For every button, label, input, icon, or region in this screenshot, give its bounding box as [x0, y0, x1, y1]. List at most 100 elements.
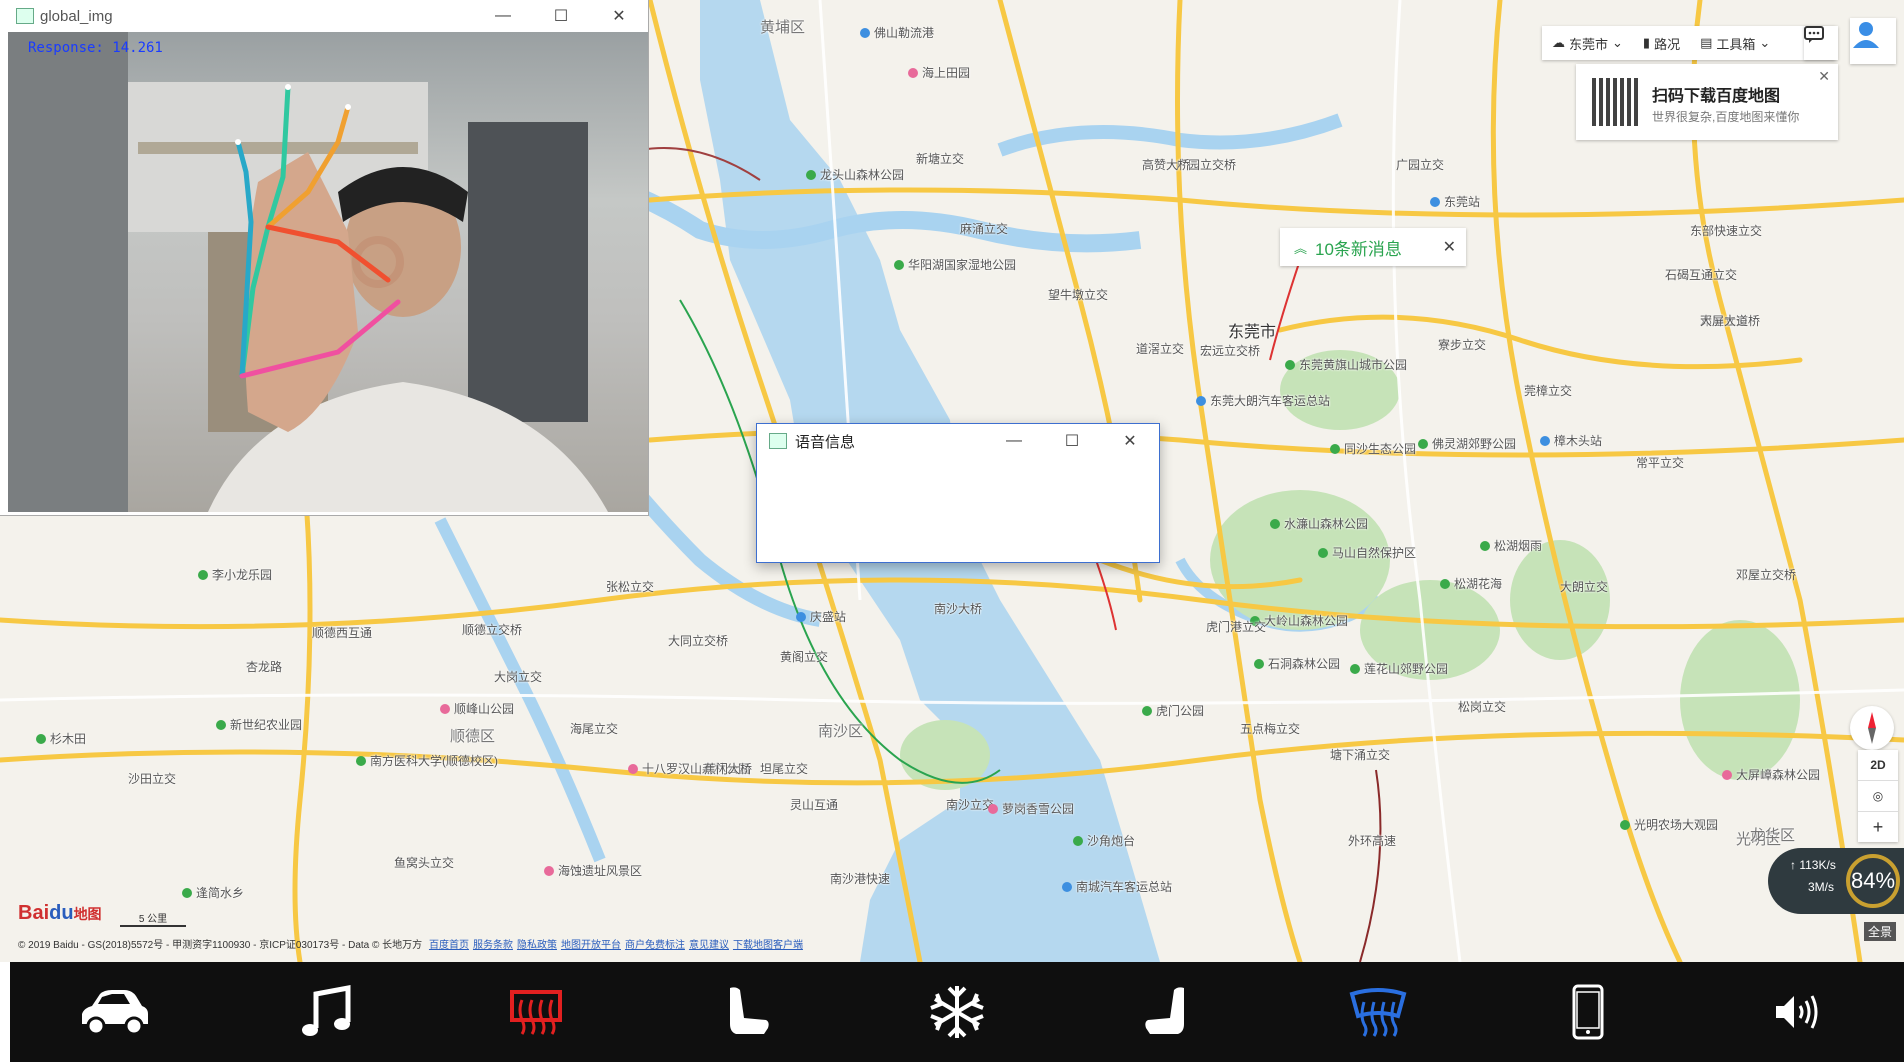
map-label[interactable]: 佛灵湖郊野公园: [1418, 435, 1516, 452]
notification-banner[interactable]: ︽ 10条新消息 ✕: [1280, 228, 1466, 266]
car-button[interactable]: [70, 967, 160, 1057]
phone-button[interactable]: [1543, 967, 1633, 1057]
compass-control[interactable]: [1850, 706, 1894, 750]
minimize-button[interactable]: —: [474, 0, 532, 32]
map-label[interactable]: 麻涌立交: [960, 220, 1008, 237]
locate-button[interactable]: ◎: [1858, 781, 1898, 812]
map-label[interactable]: 常平立交: [1636, 454, 1684, 471]
map-label[interactable]: 大屏嶂森林公园: [1722, 766, 1820, 783]
tools-button[interactable]: ▤ 工具箱 ⌄: [1690, 34, 1780, 53]
map-label[interactable]: 顺德西互通: [312, 624, 372, 641]
map-label[interactable]: 同沙生态公园: [1330, 440, 1416, 457]
map-label[interactable]: 大同立交桥: [668, 632, 728, 649]
map-label[interactable]: 南沙立交: [946, 796, 994, 813]
user-avatar-button[interactable]: [1850, 18, 1896, 64]
map-label[interactable]: 松湖烟雨: [1480, 537, 1542, 554]
footer-link[interactable]: 意见建议: [689, 940, 729, 951]
map-label[interactable]: 望牛墩立交: [1048, 286, 1108, 303]
map-label[interactable]: 广园立交: [1396, 156, 1444, 173]
seat-heat-button[interactable]: [1122, 967, 1212, 1057]
qr-close-button[interactable]: ✕: [1818, 68, 1830, 85]
map-label[interactable]: 五点梅立交: [1240, 720, 1300, 737]
map-label[interactable]: 顺德立交桥: [462, 621, 522, 638]
map-label[interactable]: 海蚀遗址风景区: [544, 862, 642, 879]
front-defrost-button[interactable]: [1333, 967, 1423, 1057]
map-label[interactable]: 沙田立交: [128, 770, 176, 787]
map-label[interactable]: 华阳湖国家湿地公园: [894, 256, 1016, 273]
map-label[interactable]: 莲花山郊野公园: [1350, 660, 1448, 677]
map-label[interactable]: 新塘立交: [916, 150, 964, 167]
map-label[interactable]: 杉木田: [36, 730, 86, 747]
map-label[interactable]: 顺峰山公园: [440, 700, 514, 717]
seat-button[interactable]: [702, 967, 792, 1057]
map-label[interactable]: 东莞黄旗山城市公园: [1285, 356, 1407, 373]
footer-link[interactable]: 服务条款: [473, 940, 513, 951]
map-label[interactable]: 顺德区: [450, 725, 495, 746]
map-label[interactable]: 南方医科大学(顺德校区): [356, 752, 498, 769]
map-label[interactable]: 大朗立交: [1560, 578, 1608, 595]
footer-link[interactable]: 地图开放平台: [561, 940, 621, 951]
map-label[interactable]: 道滘立交: [1136, 340, 1184, 357]
panorama-button[interactable]: 全景: [1864, 922, 1897, 941]
map-label[interactable]: 鱼窝头立交: [394, 854, 454, 871]
map-label[interactable]: 邓屋立交桥: [1736, 566, 1796, 583]
ac-button[interactable]: [912, 967, 1002, 1057]
map-label[interactable]: 蕉门大桥: [704, 760, 752, 777]
map-label[interactable]: 海上田园: [908, 64, 970, 81]
map-label[interactable]: 南沙区: [818, 720, 863, 741]
footer-link[interactable]: 下载地图客户端: [733, 940, 803, 951]
map-label[interactable]: 虎门港立交: [1206, 618, 1266, 635]
rear-defrost-button[interactable]: [491, 967, 581, 1057]
map-label[interactable]: 寮步立交: [1438, 336, 1486, 353]
map-label[interactable]: 宏远立交桥: [1200, 342, 1260, 359]
close-button[interactable]: ✕: [1101, 424, 1159, 458]
map-label[interactable]: 光明农场大观园: [1620, 816, 1718, 833]
map-label[interactable]: 东莞大朗汽车客运总站: [1196, 392, 1330, 409]
map-label[interactable]: 东莞站: [1430, 193, 1480, 210]
map-label[interactable]: 松岗立交: [1458, 698, 1506, 715]
map-label[interactable]: 萝岗香雪公园: [988, 800, 1074, 817]
footer-link[interactable]: 百度首页: [429, 940, 469, 951]
map-label[interactable]: 马山自然保护区: [1318, 544, 1416, 561]
map-label[interactable]: 松湖花海: [1440, 575, 1502, 592]
maximize-button[interactable]: ☐: [532, 0, 590, 32]
footer-link[interactable]: 商户免费标注: [625, 940, 685, 951]
map-label[interactable]: 李小龙乐园: [198, 566, 272, 583]
map-label[interactable]: 逢简水乡: [182, 884, 244, 901]
map-label[interactable]: 水濂山森林公园: [1270, 515, 1368, 532]
map-label[interactable]: 东部快速立交: [1690, 222, 1762, 239]
minimize-button[interactable]: —: [985, 424, 1043, 458]
map-label[interactable]: 张松立交: [606, 578, 654, 595]
map-label[interactable]: 黄阁立交: [780, 648, 828, 665]
map-label[interactable]: 东莞市: [1228, 318, 1276, 342]
map-label[interactable]: 海尾立交: [570, 720, 618, 737]
zoom-in-button[interactable]: +: [1858, 812, 1898, 842]
map-label[interactable]: 樟木头站: [1540, 432, 1602, 449]
map-label[interactable]: 虎门公园: [1142, 702, 1204, 719]
map-label[interactable]: 沙角炮台: [1073, 832, 1135, 849]
map-label[interactable]: 塘下涌立交: [1330, 746, 1390, 763]
footer-link[interactable]: 隐私政策: [517, 940, 557, 951]
map-label[interactable]: 南城汽车客运总站: [1062, 878, 1172, 895]
2d-toggle-button[interactable]: 2D: [1858, 750, 1898, 781]
close-button[interactable]: ✕: [590, 0, 648, 32]
map-label[interactable]: 南沙大桥: [934, 600, 982, 617]
map-label[interactable]: 石洞森林公园: [1254, 655, 1340, 672]
traffic-button[interactable]: ▮ 路况: [1633, 34, 1690, 53]
webcam-titlebar[interactable]: global_img — ☐ ✕: [0, 0, 648, 32]
message-button[interactable]: [1804, 26, 1838, 60]
music-button[interactable]: [281, 967, 371, 1057]
map-label[interactable]: 新世纪农业园: [216, 716, 302, 733]
notification-close-button[interactable]: ✕: [1443, 237, 1456, 257]
map-label[interactable]: 龙华区: [1750, 824, 1795, 845]
map-label[interactable]: 坦尾立交: [760, 760, 808, 777]
map-label[interactable]: 黄埔区: [760, 16, 805, 37]
map-label[interactable]: 佛山勒流港: [860, 24, 934, 41]
map-label[interactable]: 杏龙路: [246, 658, 282, 675]
map-label[interactable]: 龙头山森林公园: [806, 166, 904, 183]
volume-button[interactable]: [1754, 967, 1844, 1057]
map-label[interactable]: 高赞大桥: [1142, 156, 1190, 173]
map-label[interactable]: 石碣互通立交: [1665, 266, 1737, 283]
voice-titlebar[interactable]: 语音信息 — ☐ ✕: [757, 424, 1159, 458]
map-label[interactable]: 大屏大道: [1700, 312, 1748, 329]
